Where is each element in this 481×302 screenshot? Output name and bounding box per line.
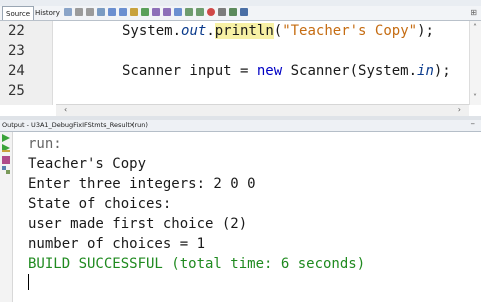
- code-token: (: [273, 23, 283, 39]
- last-edit-icon[interactable]: [64, 8, 72, 16]
- output-side-toolbar: [0, 132, 13, 302]
- line-number: 23: [8, 43, 25, 59]
- scroll-right-icon[interactable]: ›: [458, 105, 461, 114]
- rerun-icon[interactable]: [2, 134, 10, 142]
- back-icon[interactable]: [75, 8, 83, 16]
- toggle-bookmark-icon[interactable]: [174, 8, 182, 16]
- string-literal: "Teacher's Copy": [282, 23, 418, 39]
- toggle-highlight-icon[interactable]: [130, 8, 138, 16]
- output-console[interactable]: run: Teacher's Copy Enter three integers…: [13, 132, 481, 302]
- start-macro-icon[interactable]: [207, 8, 215, 16]
- keyword-token: new: [256, 63, 283, 79]
- toggle-search-icon[interactable]: [141, 8, 149, 16]
- comment-icon[interactable]: [229, 8, 237, 16]
- code-token: );: [433, 63, 451, 79]
- uncomment-icon[interactable]: [240, 8, 248, 16]
- next-bookmark-icon[interactable]: [163, 8, 171, 16]
- scroll-left-icon[interactable]: ‹: [64, 105, 67, 114]
- code-token: Scanner input =: [122, 63, 257, 79]
- console-line: number of choices = 1: [28, 236, 206, 252]
- line-number: 25: [8, 83, 25, 99]
- tab-source[interactable]: Source: [2, 6, 35, 20]
- code-line[interactable]: System.out.println("Teacher's Copy");: [122, 23, 434, 39]
- code-token: in: [417, 63, 434, 79]
- console-line: Enter three integers: 2 0 0: [28, 176, 256, 192]
- stop-macro-icon[interactable]: [218, 8, 226, 16]
- line-number: 24: [8, 63, 25, 79]
- code-token: Scanner(System.: [282, 63, 418, 79]
- scroll-up-icon[interactable]: ˄: [473, 23, 477, 32]
- output-tab-bar: Output - U3A1_DebugFixIFStmts_Result (ru…: [0, 119, 481, 132]
- tab-history[interactable]: History: [32, 6, 63, 20]
- scroll-down-icon[interactable]: ˅: [473, 93, 477, 102]
- line-number: 22: [8, 23, 25, 39]
- close-icon[interactable]: ×: [129, 120, 135, 131]
- shift-right-icon[interactable]: [196, 8, 204, 16]
- toolbar-icons: [64, 8, 248, 18]
- code-token: );: [417, 23, 434, 39]
- next-occurrence-icon[interactable]: [119, 8, 127, 16]
- rerun-with-params-icon[interactable]: [2, 144, 10, 152]
- previous-occurrence-icon[interactable]: [108, 8, 116, 16]
- console-line: Teacher's Copy: [28, 156, 147, 172]
- output-tab-label[interactable]: Output - U3A1_DebugFixIFStmts_Result (ru…: [2, 120, 148, 131]
- editor-vertical-scrollbar[interactable]: ˄ ˅: [469, 21, 481, 105]
- code-token: println: [214, 23, 274, 39]
- find-icon[interactable]: [97, 8, 105, 16]
- previous-bookmark-icon[interactable]: [152, 8, 160, 16]
- console-line: State of choices:: [28, 196, 172, 212]
- forward-icon[interactable]: [86, 8, 94, 16]
- stop-icon[interactable]: [2, 156, 10, 164]
- console-line: run:: [28, 136, 62, 152]
- settings-icon[interactable]: [2, 166, 10, 174]
- line-number-gutter: 22 23 24 25: [0, 21, 53, 105]
- input-caret: [28, 274, 29, 290]
- code-token: out: [181, 23, 207, 39]
- code-editor[interactable]: 22 23 24 25 System.out.println("Teacher'…: [0, 21, 481, 105]
- minimize-icon[interactable]: –: [471, 119, 476, 129]
- code-token: System.: [122, 23, 182, 39]
- editor-horizontal-scrollbar[interactable]: ‹ ›: [56, 104, 469, 116]
- editor-toolbar: Source History ⊞: [0, 6, 481, 21]
- code-token: .: [206, 23, 215, 39]
- split-editor-icon[interactable]: ⊞: [470, 8, 477, 17]
- build-status-line: BUILD SUCCESSFUL (total time: 6 seconds): [28, 256, 366, 272]
- console-line: user made first choice (2): [28, 216, 248, 232]
- code-line[interactable]: Scanner input = new Scanner(System.in);: [122, 63, 451, 79]
- shift-left-icon[interactable]: [185, 8, 193, 16]
